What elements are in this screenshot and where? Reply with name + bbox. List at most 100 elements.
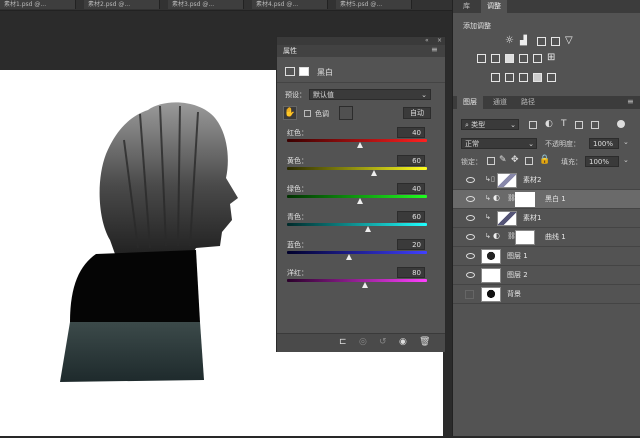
- close-icon[interactable]: ×: [437, 37, 442, 44]
- document-tab[interactable]: 素材2.psd @...: [84, 0, 160, 9]
- chevron-down-icon[interactable]: ⌄: [623, 138, 629, 146]
- threshold-icon[interactable]: [519, 73, 528, 82]
- document-tab[interactable]: 素材1.psd @...: [0, 0, 76, 9]
- slider-value-input[interactable]: 60: [397, 211, 425, 222]
- photo-filter-icon[interactable]: [519, 54, 528, 63]
- slider-value-input[interactable]: 20: [397, 239, 425, 250]
- tab-paths[interactable]: 路径: [515, 96, 541, 109]
- lock-position-icon[interactable]: ✥: [511, 155, 519, 165]
- panel-menu-icon[interactable]: ≡: [431, 45, 438, 54]
- chevron-down-icon[interactable]: ⌄: [623, 156, 629, 164]
- vibrance-icon[interactable]: ▽: [565, 35, 573, 46]
- eye-icon[interactable]: [466, 177, 475, 183]
- eye-icon[interactable]: [466, 234, 475, 240]
- blend-mode-dropdown[interactable]: 正常 ⌄: [461, 138, 537, 149]
- document-tab[interactable]: 素材3.psd @...: [168, 0, 244, 9]
- slider-value-input[interactable]: 40: [397, 183, 425, 194]
- layer-row[interactable]: ↳ ◐ ⛓ 黑白 1: [453, 190, 640, 209]
- slider-track[interactable]: [287, 167, 427, 170]
- slider-track[interactable]: [287, 279, 427, 282]
- layer-row[interactable]: 图层 1: [453, 247, 640, 266]
- opacity-input[interactable]: 100%: [589, 138, 619, 149]
- exposure-icon[interactable]: [551, 37, 560, 46]
- tab-adjustments[interactable]: 调整: [481, 0, 507, 13]
- slider-value-input[interactable]: 80: [397, 267, 425, 278]
- black-white-icon[interactable]: [505, 54, 514, 63]
- shape-filter-icon[interactable]: [575, 121, 583, 129]
- eye-icon[interactable]: [466, 196, 475, 202]
- eye-icon[interactable]: [466, 253, 475, 259]
- tab-library[interactable]: 库: [457, 0, 476, 13]
- lock-artboard-icon[interactable]: [525, 157, 533, 165]
- layer-name[interactable]: 背景: [507, 289, 521, 299]
- fill-input[interactable]: 100%: [585, 156, 619, 167]
- tab-channels[interactable]: 通道: [487, 96, 513, 109]
- channel-mixer-icon[interactable]: [533, 54, 542, 63]
- color-balance-icon[interactable]: [491, 54, 500, 63]
- slider-thumb[interactable]: [370, 170, 377, 176]
- view-previous-state-icon[interactable]: ◎: [359, 337, 367, 347]
- tab-layers[interactable]: 图层: [457, 96, 483, 109]
- trash-icon[interactable]: 🗑: [419, 337, 430, 347]
- clip-to-layer-icon[interactable]: ⊏: [339, 337, 347, 347]
- layer-thumbnail: [481, 287, 501, 302]
- layers-tab-bar: 图层 通道 路径 ≡: [453, 96, 640, 109]
- layer-row[interactable]: ↳ ▯ 素材2: [453, 171, 640, 190]
- type-filter-icon[interactable]: T: [561, 119, 567, 129]
- smart-object-filter-icon[interactable]: [591, 121, 599, 129]
- layer-filter-dropdown[interactable]: ⌕ 类型 ⌄: [461, 119, 519, 130]
- eye-icon[interactable]: [466, 215, 475, 221]
- levels-icon[interactable]: ▟: [520, 36, 527, 46]
- slider-track[interactable]: [287, 223, 427, 226]
- layer-row[interactable]: 图层 2: [453, 266, 640, 285]
- targeted-adjustment-hand-icon[interactable]: ✋: [283, 106, 297, 120]
- document-tab[interactable]: 素材4.psd @...: [252, 0, 328, 9]
- layer-name[interactable]: 素材1: [523, 213, 541, 223]
- layer-name[interactable]: 黑白 1: [545, 194, 566, 204]
- tint-checkbox[interactable]: [304, 110, 311, 117]
- tint-color-swatch[interactable]: [339, 106, 353, 120]
- adjustment-filter-icon[interactable]: ◐: [545, 119, 553, 129]
- fill-label: 填充：: [561, 158, 582, 166]
- invert-icon[interactable]: [491, 73, 500, 82]
- layer-name[interactable]: 图层 2: [507, 270, 528, 280]
- slider-thumb[interactable]: [362, 282, 369, 288]
- lock-all-icon[interactable]: 🔒: [539, 155, 550, 165]
- hue-saturation-icon[interactable]: [477, 54, 486, 63]
- reset-icon[interactable]: ↺: [379, 337, 387, 347]
- slider-track[interactable]: [287, 251, 427, 254]
- visibility-toggle-off[interactable]: [465, 290, 474, 299]
- layer-name[interactable]: 素材2: [523, 175, 541, 185]
- lock-image-icon[interactable]: ✎: [499, 155, 507, 165]
- gradient-map-icon[interactable]: [547, 73, 556, 82]
- slider-thumb[interactable]: [365, 226, 372, 232]
- document-tab[interactable]: 素材5.psd @...: [336, 0, 412, 9]
- color-lookup-icon[interactable]: ⊞: [547, 52, 555, 63]
- slider-value-input[interactable]: 60: [397, 155, 425, 166]
- selective-color-icon[interactable]: [533, 73, 542, 82]
- auto-button[interactable]: 自动: [403, 107, 431, 119]
- brightness-contrast-icon[interactable]: ☼: [505, 35, 514, 46]
- properties-title[interactable]: 属性: [283, 46, 297, 56]
- visibility-eye-icon[interactable]: ◉: [399, 337, 407, 347]
- eye-icon[interactable]: [466, 272, 475, 278]
- layer-row[interactable]: ↳ ◐ ⛓ 曲线 1: [453, 228, 640, 247]
- layer-name[interactable]: 曲线 1: [545, 232, 566, 242]
- lock-transparent-icon[interactable]: [487, 157, 495, 165]
- slider-value-input[interactable]: 40: [397, 127, 425, 138]
- panel-drag-bar[interactable]: [277, 37, 445, 45]
- slider-thumb[interactable]: [356, 142, 363, 148]
- layer-row[interactable]: 背景: [453, 285, 640, 304]
- collapse-icon[interactable]: «: [425, 37, 429, 44]
- curves-icon[interactable]: [537, 37, 546, 46]
- slider-thumb[interactable]: [356, 198, 363, 204]
- slider-thumb[interactable]: [345, 254, 352, 260]
- posterize-icon[interactable]: [505, 73, 514, 82]
- preset-dropdown[interactable]: 默认值 ⌄: [309, 89, 431, 100]
- layer-name[interactable]: 图层 1: [507, 251, 528, 261]
- panel-menu-icon[interactable]: ≡: [627, 97, 634, 106]
- filter-toggle-icon[interactable]: [617, 120, 625, 128]
- pixel-filter-icon[interactable]: [529, 121, 537, 129]
- layer-mask-icon[interactable]: [299, 67, 309, 76]
- layer-row[interactable]: ↳ 素材1: [453, 209, 640, 228]
